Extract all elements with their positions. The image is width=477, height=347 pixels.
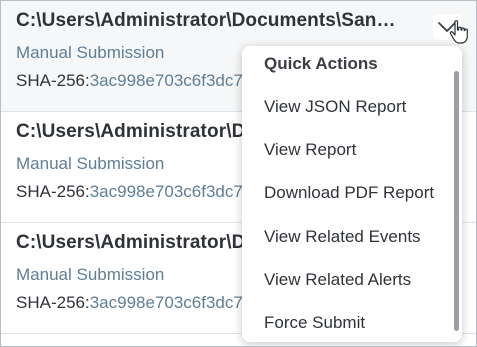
- hand-pointer-icon: [449, 20, 468, 44]
- sha-label: SHA-256:: [16, 71, 90, 90]
- menu-item-force-submit[interactable]: Force Submit: [264, 313, 365, 333]
- menu-header: Quick Actions: [264, 54, 378, 73]
- submission-sha: SHA-256:3ac998e703c6f3dc7: [16, 182, 243, 202]
- sha-label: SHA-256:: [16, 182, 90, 201]
- submission-source: Manual Submission: [16, 265, 165, 284]
- menu-item-view-related-alerts[interactable]: View Related Alerts: [264, 270, 411, 290]
- sha-value-link[interactable]: 3ac998e703c6f3dc7: [90, 293, 243, 312]
- submission-path: C:\Users\Administrator\Documents\Sandbox: [16, 10, 396, 31]
- menu-item-view-related-events[interactable]: View Related Events: [264, 227, 421, 247]
- menu-item-view-report[interactable]: View Report: [264, 140, 356, 160]
- sha-label: SHA-256:: [16, 293, 90, 312]
- submission-sha: SHA-256:3ac998e703c6f3dc7: [16, 293, 243, 313]
- submission-sha: SHA-256:3ac998e703c6f3dc7: [16, 71, 243, 91]
- menu-item-view-json-report[interactable]: View JSON Report: [264, 97, 406, 117]
- submission-source: Manual Submission: [16, 43, 165, 62]
- sha-value-link[interactable]: 3ac998e703c6f3dc7: [90, 71, 243, 90]
- quick-actions-menu: Quick Actions View JSON Report View Repo…: [242, 46, 462, 342]
- submission-source: Manual Submission: [16, 154, 165, 173]
- menu-item-download-pdf-report[interactable]: Download PDF Report: [264, 183, 434, 203]
- submissions-panel: C:\Users\Administrator\Documents\Sandbox…: [0, 0, 477, 347]
- sha-value-link[interactable]: 3ac998e703c6f3dc7: [90, 182, 243, 201]
- menu-scrollbar[interactable]: [454, 71, 459, 331]
